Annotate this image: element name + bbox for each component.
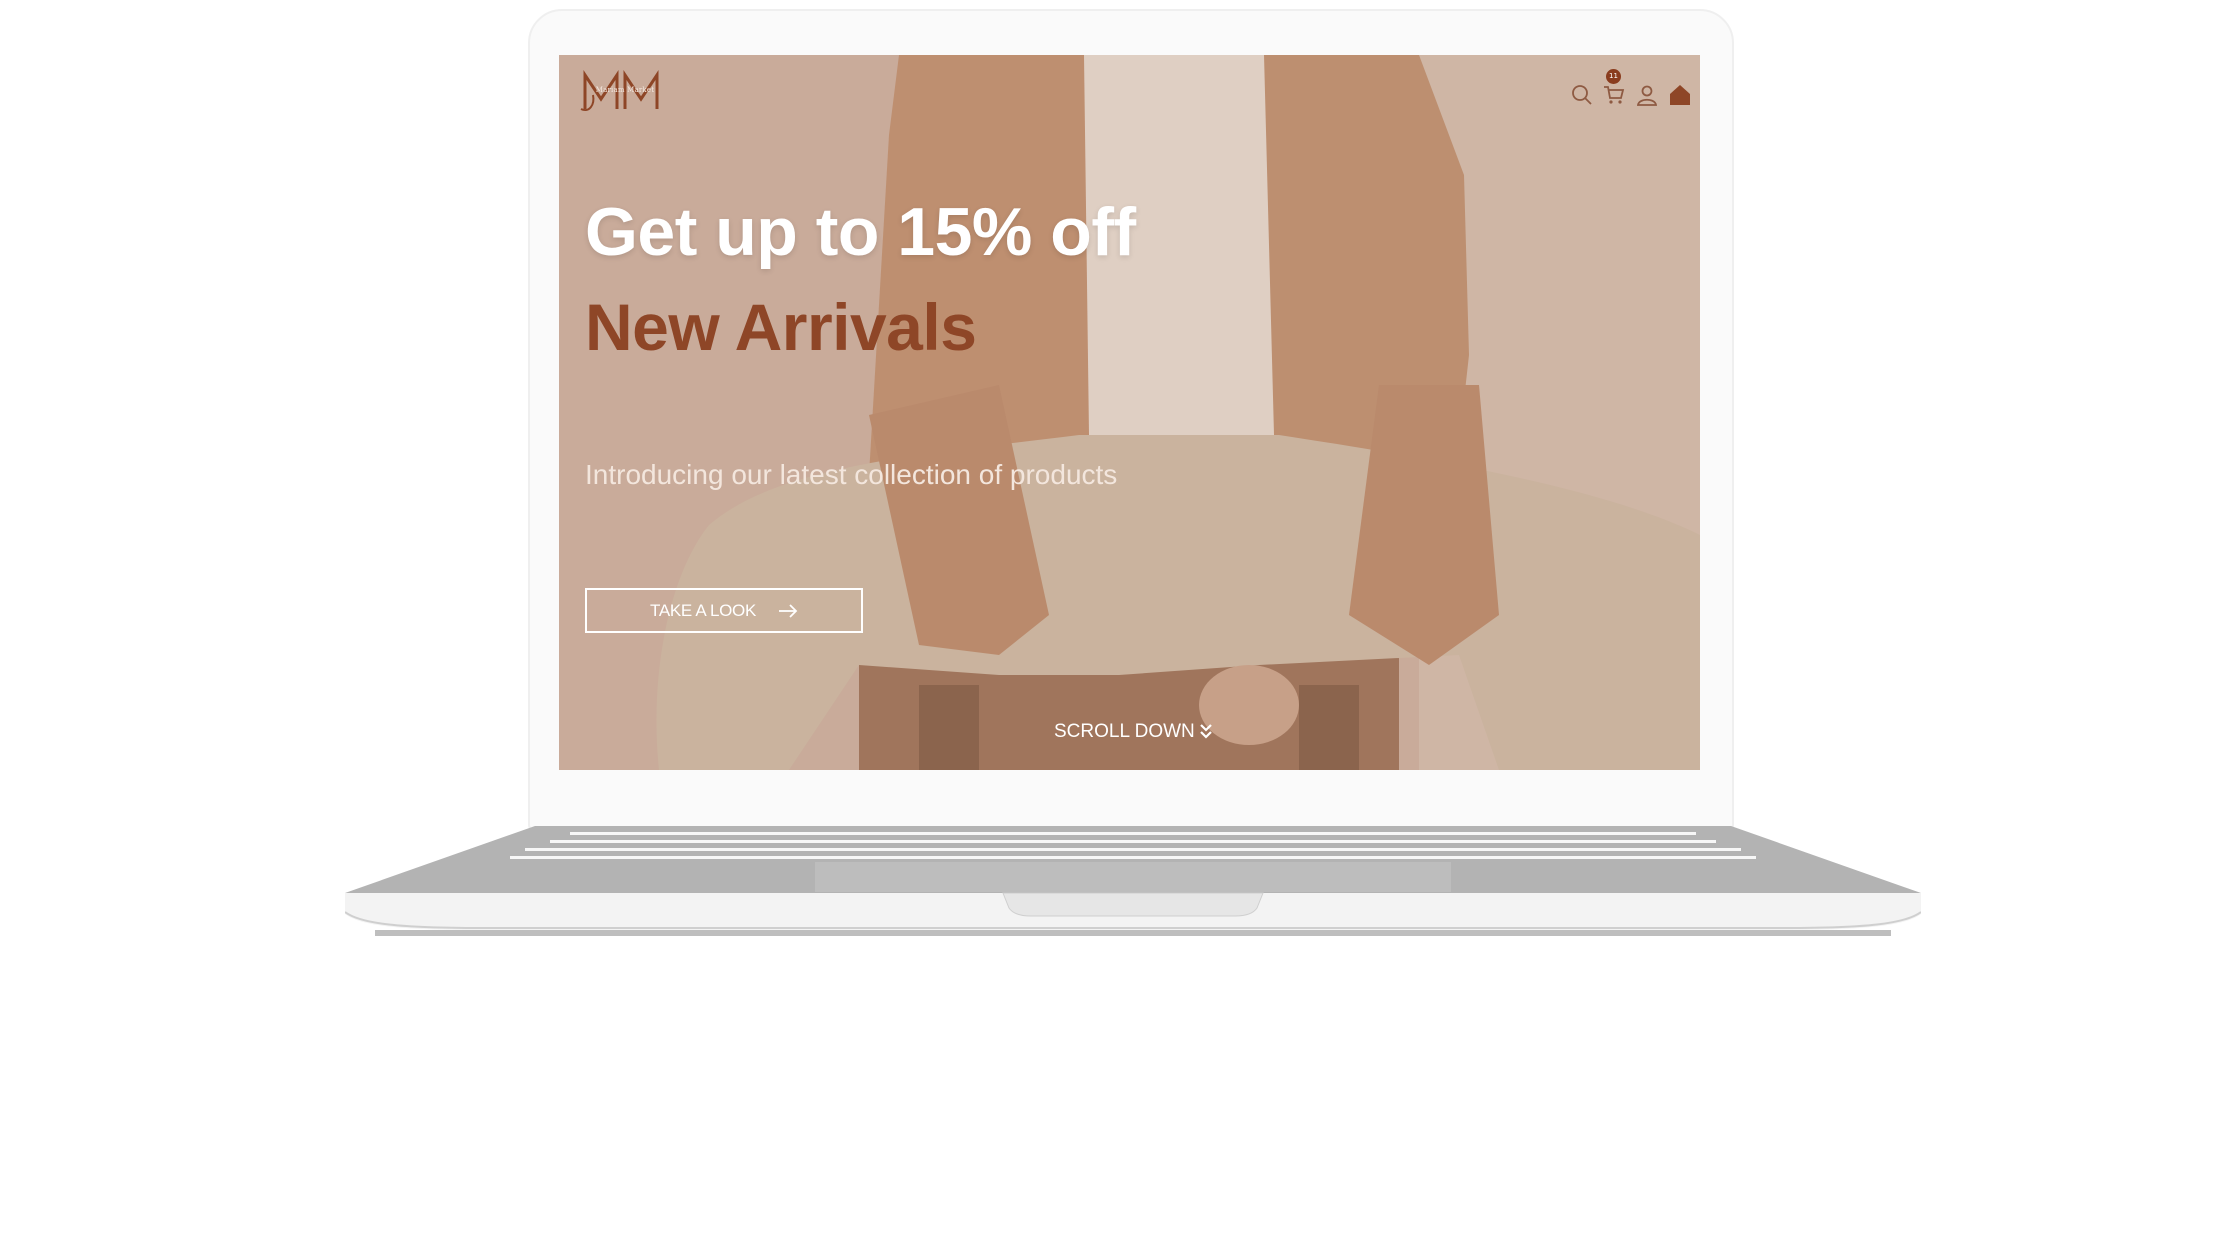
scroll-down-label: SCROLL DOWN xyxy=(1054,721,1195,742)
double-chevron-down-icon xyxy=(1199,724,1212,739)
header-actions: 11 xyxy=(1560,69,1700,109)
cart-icon[interactable] xyxy=(1602,83,1626,107)
hero-title: Get up to 15% off xyxy=(585,194,1136,270)
laptop-mockup: Mariam Market 11 Get up to 15% off New A… xyxy=(0,0,2240,1250)
arrow-right-icon xyxy=(779,603,798,618)
hero-background-photo xyxy=(559,55,1700,770)
take-a-look-button[interactable]: TAKE A LOOK xyxy=(585,588,863,633)
hero-description: Introducing our latest collection of pro… xyxy=(585,459,1118,490)
user-icon[interactable] xyxy=(1635,83,1659,107)
brand-logo[interactable]: Mariam Market xyxy=(579,65,671,115)
scroll-down-link[interactable]: SCROLL DOWN xyxy=(1054,721,1213,743)
home-icon[interactable] xyxy=(1668,83,1692,107)
cart-count-badge: 11 xyxy=(1606,69,1621,84)
website-screen: Mariam Market 11 Get up to 15% off New A… xyxy=(559,55,1700,770)
hero-subtitle: New Arrivals xyxy=(585,290,977,364)
laptop-base xyxy=(345,826,1921,936)
logo-text: Mariam Market xyxy=(595,86,655,94)
take-a-look-label: TAKE A LOOK xyxy=(650,600,756,620)
search-icon[interactable] xyxy=(1570,83,1594,107)
